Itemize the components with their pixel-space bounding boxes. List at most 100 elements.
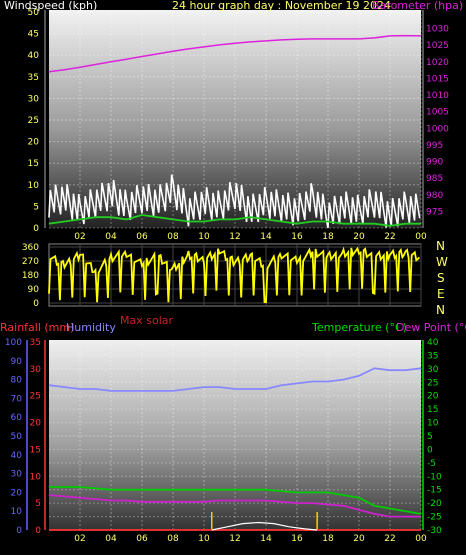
humidity-tick-label: 10 [11, 507, 23, 517]
temperature-tick-label: 15 [427, 405, 438, 415]
rainfall-tick-label: 0 [35, 526, 41, 536]
x-tick-label-bottom: 10 [198, 534, 210, 544]
compass-s: S [437, 271, 445, 285]
wind-tick-label: 15 [28, 159, 39, 169]
rainfall-tick-label: 10 [30, 472, 42, 482]
weather-graph: 02 04 06 08 10 12 14 16 18 20 22 0002 04 06 08 10 12 14 16… [0, 0, 466, 544]
compass-n-bottom: N [436, 303, 445, 317]
temperature-tick-label: -25 [427, 513, 442, 523]
rainfall-axis-title: Rainfall (mm) [0, 321, 74, 334]
x-tick-label-top: 20 [353, 232, 365, 242]
temperature-tick-label: 35 [427, 351, 438, 361]
temperature-tick-label: 25 [427, 378, 438, 388]
x-tick-label-top: 12 [229, 232, 240, 242]
wind-tick-label: 10 [28, 181, 40, 191]
x-tick-label-bottom: 00 [415, 534, 427, 544]
rainfall-tick-label: 30 [30, 365, 42, 375]
rainfall-tick-label: 15 [30, 445, 41, 455]
graph-title: 24 hour graph day : November 19 2024 [172, 0, 391, 12]
x-tick-label-top: 00 [415, 232, 427, 242]
temperature-axis-title: Temperature (°C) [311, 321, 407, 334]
barometer-tick-label: 1015 [426, 74, 449, 84]
humidity-tick-label: 30 [11, 470, 23, 480]
humidity-tick-label: 100 [5, 338, 22, 348]
x-tick-label-bottom: 16 [291, 534, 303, 544]
barometer-axis-title: Barometer (hpa) [372, 0, 463, 12]
x-tick-label-bottom: 04 [105, 534, 117, 544]
humidity-tick-label: 40 [11, 451, 23, 461]
humidity-tick-label: 20 [11, 488, 23, 498]
barometer-tick-label: 980 [426, 191, 443, 201]
barometer-tick-label: 1020 [426, 58, 449, 68]
barometer-tick-label: 990 [426, 158, 443, 168]
x-tick-label-top: 10 [198, 232, 210, 242]
barometer-tick-label: 1000 [426, 124, 449, 134]
direction-tick-label: 270 [22, 257, 39, 267]
temperature-tick-label: 20 [427, 392, 439, 402]
rainfall-tick-label: 20 [30, 419, 42, 429]
dewpoint-axis-title: Dew Point (°C) [396, 321, 466, 334]
max-solar-label: Max solar [120, 314, 173, 327]
compass-labels: N W S E N [436, 239, 448, 317]
barometer-tick-label: 975 [426, 207, 443, 217]
temperature-tick-label: 5 [427, 432, 433, 442]
wind-tick-label: 30 [28, 94, 40, 104]
humidity-tick-label: 0 [16, 526, 22, 536]
humidity-tick-label: 70 [11, 394, 23, 404]
x-tick-label-bottom: 06 [136, 534, 148, 544]
wind-tick-label: 40 [28, 51, 40, 61]
wind-tick-label: 45 [28, 30, 39, 40]
temperature-tick-label: -15 [427, 486, 442, 496]
humidity-tick-label: 60 [11, 413, 23, 423]
wind-axis-title: Windspeed (kph) [4, 0, 97, 12]
temperature-tick-label: 10 [427, 419, 439, 429]
wind-tick-label: 5 [33, 202, 39, 212]
barometer-tick-label: 1010 [426, 91, 449, 101]
compass-n-top: N [436, 239, 445, 253]
x-tick-label-bottom: 14 [260, 534, 272, 544]
rainfall-tick-label: 25 [30, 392, 41, 402]
x-tick-label-top: 18 [322, 232, 334, 242]
rainfall-tick-label: 5 [35, 499, 41, 509]
x-tick-label-bottom: 22 [384, 534, 395, 544]
wind-tick-label: 20 [28, 138, 40, 148]
rainfall-tick-label: 35 [30, 338, 41, 348]
x-tick-label-bottom: 20 [353, 534, 365, 544]
direction-tick-label: 360 [22, 243, 39, 253]
wind-tick-label: 0 [33, 224, 39, 234]
humidity-tick-label: 90 [11, 357, 23, 367]
barometer-tick-label: 1030 [426, 25, 449, 35]
x-tick-label-top: 02 [74, 232, 85, 242]
direction-tick-label: 90 [28, 285, 40, 295]
x-tick-label-top: 06 [136, 232, 148, 242]
humidity-tick-label: 80 [11, 376, 23, 386]
x-tick-label-top: 22 [384, 232, 395, 242]
x-tick-label-top: 04 [105, 232, 117, 242]
barometer-tick-label: 1025 [426, 41, 449, 51]
temperature-tick-label: -20 [427, 499, 442, 509]
x-tick-label-bottom: 12 [229, 534, 240, 544]
x-tick-label-top: 16 [291, 232, 303, 242]
temperature-tick-label: -30 [427, 526, 442, 536]
x-tick-label-top: 08 [167, 232, 179, 242]
x-tick-label-bottom: 18 [322, 534, 334, 544]
wind-tick-label: 35 [28, 73, 39, 83]
temperature-tick-label: 30 [427, 365, 439, 375]
humidity-tick-label: 50 [11, 432, 23, 442]
x-tick-label-bottom: 02 [74, 534, 85, 544]
compass-e: E [437, 287, 445, 301]
compass-w: W [436, 255, 448, 269]
temperature-tick-label: 0 [427, 445, 433, 455]
barometer-tick-label: 995 [426, 141, 443, 151]
humidity-axis-title: Humidity [66, 321, 116, 334]
direction-tick-label: 180 [22, 271, 39, 281]
temperature-tick-label: 40 [427, 338, 439, 348]
temperature-tick-label: -10 [427, 472, 442, 482]
barometer-tick-label: 985 [426, 174, 443, 184]
wind-tick-label: 25 [28, 116, 39, 126]
temperature-tick-label: -5 [427, 459, 436, 469]
x-tick-label-bottom: 08 [167, 534, 179, 544]
x-tick-label-top: 14 [260, 232, 272, 242]
direction-tick-label: 0 [33, 299, 39, 309]
barometer-tick-label: 1005 [426, 108, 449, 118]
